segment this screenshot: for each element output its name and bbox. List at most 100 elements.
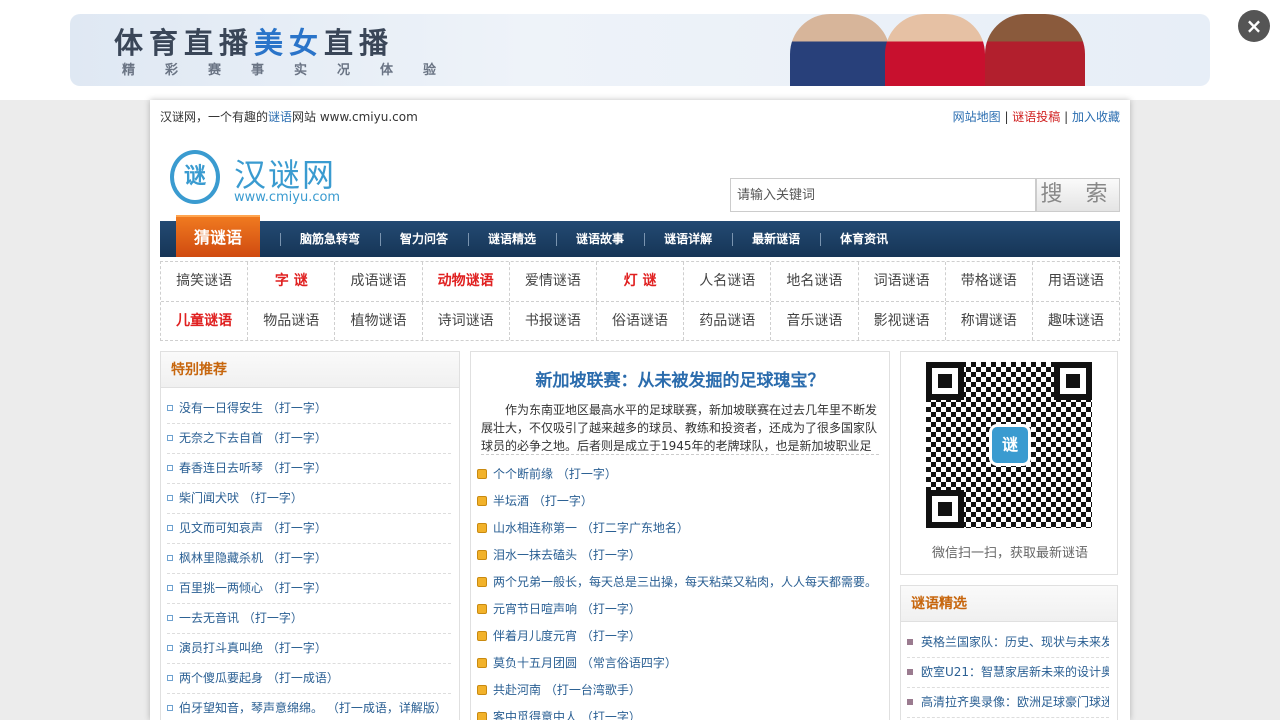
qr-code-box: 谜 微信扫一扫，获取最新谜语 (900, 351, 1118, 575)
article-summary: 作为东南亚地区最高水平的足球联赛，新加坡联赛在过去几年里不断发展壮大，不仅吸引了… (481, 403, 879, 455)
list-item[interactable]: 枫林里隐藏杀机 （打一字） (167, 544, 451, 574)
add-favorite-link[interactable]: 加入收藏 (1072, 110, 1120, 124)
category-link[interactable]: 影视谜语 (857, 302, 945, 340)
ad-subtitle: 精彩赛事实况体验 (122, 63, 467, 78)
riddle-item[interactable]: 伴着月儿度元宵 （打一字） (477, 623, 883, 650)
riddle-link[interactable]: 谜语 (268, 110, 292, 124)
bullet-icon (167, 495, 173, 501)
bullet-icon (167, 585, 173, 591)
category-link[interactable]: 成语谜语 (334, 262, 421, 301)
section-heading: 特别推荐 (161, 352, 459, 388)
list-item[interactable]: 英格兰国家队：历史、现状与未来发 (907, 628, 1109, 658)
category-link[interactable]: 爱情谜语 (508, 262, 596, 301)
riddle-icon (477, 523, 487, 533)
search-area: 搜 索 (730, 178, 1120, 212)
category-link[interactable]: 地名谜语 (770, 262, 857, 301)
category-link[interactable]: 音乐谜语 (770, 302, 857, 340)
riddle-item[interactable]: 元宵节日喧声响 （打一字） (477, 596, 883, 623)
category-link[interactable]: 字 谜 (247, 262, 334, 301)
category-link[interactable]: 书报谜语 (508, 302, 596, 340)
riddle-icon (477, 550, 487, 560)
category-link[interactable]: 俗语谜语 (595, 302, 683, 340)
category-link[interactable]: 人名谜语 (683, 262, 770, 301)
riddle-item[interactable]: 客中觅得意中人 （打一字） (477, 704, 883, 720)
list-item[interactable]: 欧室U21：智慧家居新未来的设计奥 (907, 658, 1109, 688)
bullet-icon (167, 615, 173, 621)
list-item[interactable]: 柴门闻犬吠 （打一字） (167, 484, 451, 514)
list-item[interactable]: 一去无音讯 （打一字） (167, 604, 451, 634)
category-row: 搞笑谜语 字 谜 成语谜语 动物谜语 爱情谜语 灯 谜 人名谜语 地名谜语 词语… (161, 262, 1119, 301)
nav-item[interactable]: 谜语精选 (468, 221, 556, 257)
nav-item[interactable]: 最新谜语 (732, 221, 820, 257)
logo-icon: 谜 (170, 150, 220, 204)
bullet-icon (167, 555, 173, 561)
top-info-bar: 汉谜网，一个有趣的谜语网站 www.cmiyu.com 网站地图 | 谜语投稿 … (160, 108, 1120, 124)
nav-main-tab[interactable]: 猜谜语 (176, 215, 260, 257)
category-link[interactable]: 带格谜语 (944, 262, 1032, 301)
site-logo[interactable]: 谜 汉谜网 www.cmiyu.com (168, 150, 348, 210)
submit-riddle-link[interactable]: 谜语投稿 (1012, 110, 1060, 124)
riddle-item[interactable]: 莫负十五月团圆 （常言俗语四字） (477, 650, 883, 677)
list-item[interactable]: 见文而可知哀声 （打一字） (167, 514, 451, 544)
bullet-icon (167, 435, 173, 441)
riddle-item[interactable]: 个个断前缘 （打一字） (477, 461, 883, 488)
riddle-icon (477, 712, 487, 720)
category-link[interactable]: 搞笑谜语 (161, 262, 247, 301)
nav-item[interactable]: 智力问答 (380, 221, 468, 257)
logo-url: www.cmiyu.com (234, 190, 341, 205)
category-link[interactable]: 用语谜语 (1031, 262, 1119, 301)
category-link[interactable]: 物品谜语 (247, 302, 334, 340)
bullet-icon (907, 639, 913, 645)
close-icon[interactable]: × (1238, 10, 1270, 42)
riddle-icon (477, 577, 487, 587)
riddle-item[interactable]: 泪水一抹去磕头 （打一字） (477, 542, 883, 569)
special-list: 没有一日得安生 （打一字） 无奈之下去自首 （打一字） 春香连日去听琴 （打一字… (161, 388, 459, 720)
category-link[interactable]: 词语谜语 (857, 262, 945, 301)
riddle-icon (477, 685, 487, 695)
qr-finder (1054, 362, 1092, 400)
riddle-item[interactable]: 半坛酒 （打一字） (477, 488, 883, 515)
category-link[interactable]: 诗词谜语 (421, 302, 509, 340)
sitemap-link[interactable]: 网站地图 (953, 110, 1001, 124)
category-link[interactable]: 趣味谜语 (1031, 302, 1119, 340)
list-item[interactable]: 没有一日得安生 （打一字） (167, 394, 451, 424)
ad-image[interactable]: 体育直播美女直播 精彩赛事实况体验 (70, 14, 1210, 86)
nav-item[interactable]: 脑筋急转弯 (280, 221, 380, 257)
list-item[interactable]: 两个傻瓜要起身 （打一成语） (167, 664, 451, 694)
riddle-icon (477, 469, 487, 479)
qr-caption: 微信扫一扫，获取最新谜语 (931, 546, 1088, 561)
search-button[interactable]: 搜 索 (1036, 178, 1120, 212)
top-links: 网站地图 | 谜语投稿 | 加入收藏 (952, 110, 1120, 124)
article-title[interactable]: 新加坡联赛：从未被发掘的足球瑰宝？ (471, 366, 889, 391)
nav-item[interactable]: 谜语故事 (556, 221, 644, 257)
riddle-item[interactable]: 两个兄弟一般长，每天总是三出操，每天粘菜又粘肉，人人每天都需要。 (477, 569, 883, 596)
list-item[interactable]: 春香连日去听琴 （打一字） (167, 454, 451, 484)
category-link[interactable]: 植物谜语 (334, 302, 421, 340)
list-item[interactable]: 百里挑一两倾心 （打一字） (167, 574, 451, 604)
main-nav: 猜谜语 脑筋急转弯 智力问答 谜语精选 谜语故事 谜语详解 最新谜语 体育资讯 (160, 215, 1120, 257)
bullet-icon (167, 675, 173, 681)
category-row: 儿童谜语 物品谜语 植物谜语 诗词谜语 书报谜语 俗语谜语 药品谜语 音乐谜语 … (161, 301, 1119, 340)
riddle-item[interactable]: 山水相连称第一 （打二字广东地名） (477, 515, 883, 542)
qr-logo-icon: 谜 (989, 424, 1031, 466)
nav-items: 脑筋急转弯 智力问答 谜语精选 谜语故事 谜语详解 最新谜语 体育资讯 (280, 221, 908, 257)
list-item[interactable]: 无奈之下去自首 （打一字） (167, 424, 451, 454)
nav-item[interactable]: 谜语详解 (644, 221, 732, 257)
top-ad-banner[interactable]: 体育直播美女直播 精彩赛事实况体验 × (0, 0, 1280, 100)
list-item[interactable]: 伯牙望知音，琴声意绵绵。 （打一成语，详解版） (167, 694, 451, 720)
category-link[interactable]: 称谓谜语 (944, 302, 1032, 340)
riddle-icon (477, 658, 487, 668)
category-link[interactable]: 儿童谜语 (161, 302, 247, 340)
list-item[interactable]: 演员打斗真叫绝 （打一字） (167, 634, 451, 664)
category-link[interactable]: 药品谜语 (683, 302, 770, 340)
list-item[interactable]: 高清拉齐奥录像：欧洲足球豪门球迷 (907, 688, 1109, 718)
category-grid: 搞笑谜语 字 谜 成语谜语 动物谜语 爱情谜语 灯 谜 人名谜语 地名谜语 词语… (160, 261, 1120, 341)
bullet-icon (907, 699, 913, 705)
search-input[interactable] (730, 178, 1036, 212)
site-intro: 汉谜网，一个有趣的谜语网站 www.cmiyu.com (160, 110, 418, 124)
nav-item[interactable]: 体育资讯 (820, 221, 908, 257)
riddle-item[interactable]: 共赴河南 （打一台湾歌手） (477, 677, 883, 704)
category-link[interactable]: 动物谜语 (421, 262, 509, 301)
qr-finder (926, 362, 964, 400)
category-link[interactable]: 灯 谜 (595, 262, 683, 301)
